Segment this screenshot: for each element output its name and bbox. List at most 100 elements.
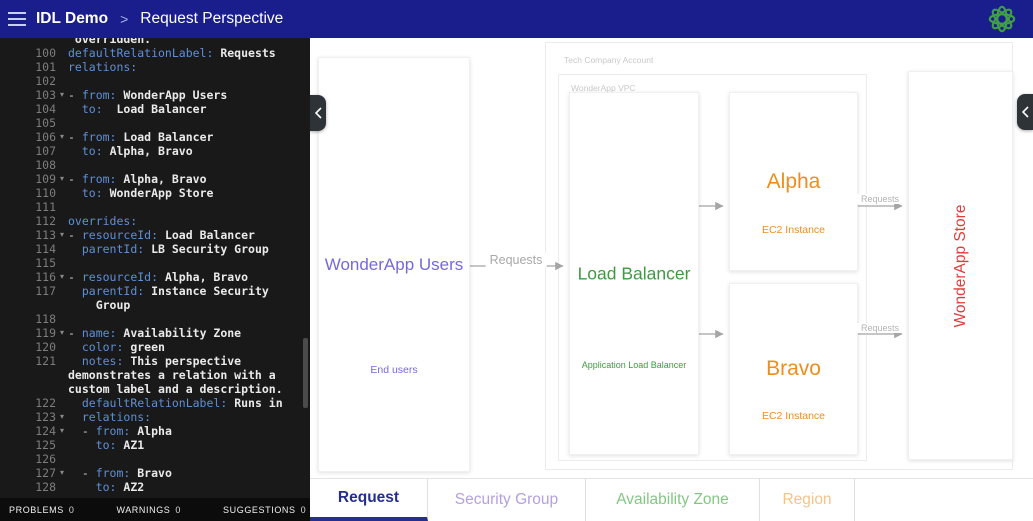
editor-line[interactable]: 128 to: AZ2 — [0, 480, 310, 494]
collapse-editor-handle[interactable] — [310, 95, 326, 131]
container-label: Tech Company Account — [564, 55, 654, 65]
diagram-canvas[interactable]: Tech Company Account WonderApp VPC Wonde… — [310, 38, 1033, 478]
line-number: 109 — [35, 172, 56, 186]
line-number: 102 — [35, 74, 56, 88]
node-subtitle: Application Load Balancer — [581, 360, 687, 371]
edge-label-requests: Requests — [856, 194, 904, 204]
fold-chevron-icon[interactable]: ▾ — [56, 466, 68, 480]
app-title[interactable]: IDL Demo — [36, 10, 108, 28]
editor-line[interactable]: 125 to: AZ1 — [0, 438, 310, 452]
editor-line[interactable]: 103 ▾ - from: WonderApp Users — [0, 88, 310, 102]
line-number: 107 — [35, 144, 56, 158]
editor-line[interactable]: 116 ▾ - resourceId: Alpha, Bravo — [0, 270, 310, 284]
editor-line[interactable]: 101 relations: — [0, 60, 310, 74]
editor-line[interactable]: 126 — [0, 452, 310, 466]
node-wonderapp-store[interactable]: WonderApp Store — [908, 71, 1013, 460]
editor-line[interactable]: 120 color: green — [0, 340, 310, 354]
breadcrumb-separator-icon: > — [120, 11, 129, 27]
tab-security-group[interactable]: Security Group — [428, 479, 586, 521]
editor-line[interactable]: 111 — [0, 200, 310, 214]
editor-line[interactable]: 102 — [0, 74, 310, 88]
editor-line[interactable]: 107 to: Alpha, Bravo — [0, 144, 310, 158]
line-number: 104 — [35, 102, 56, 116]
line-number: 108 — [35, 158, 56, 172]
editor-line[interactable]: overridden. — [0, 38, 310, 46]
node-bravo[interactable]: Bravo EC2 Instance — [729, 283, 858, 455]
editor-line[interactable]: 127 ▾ - from: Bravo — [0, 466, 310, 480]
line-number: 116 — [35, 270, 56, 284]
line-number: 119 — [35, 326, 56, 340]
editor-line[interactable]: 112 overrides: — [0, 214, 310, 228]
editor-lines: overridden. 100 defaultRelationLabel: Requ… — [0, 38, 310, 494]
status-bar: PROBLEMS 0 WARNINGS 0 SUGGESTIONS 0 — [0, 498, 310, 521]
editor-line[interactable]: 104 to: Load Balancer — [0, 102, 310, 116]
line-number: 127 — [35, 466, 56, 480]
menu-icon[interactable] — [0, 0, 34, 38]
editor-line[interactable]: 113 ▾ - resourceId: Load Balancer — [0, 228, 310, 242]
fold-chevron-icon[interactable]: ▾ — [56, 326, 68, 340]
line-number: 121 — [35, 354, 56, 368]
tab-bar: Request Security Group Availability Zone Re… — [310, 478, 1033, 521]
line-number: 120 — [35, 340, 56, 354]
node-title: WonderApp Users — [324, 254, 464, 274]
editor-line[interactable]: 105 — [0, 116, 310, 130]
line-number: 124 — [35, 424, 56, 438]
editor-line[interactable]: custom label and a description. — [0, 382, 310, 396]
editor-line[interactable]: 123 ▾ relations: — [0, 410, 310, 424]
editor-line[interactable]: 110 to: WonderApp Store — [0, 186, 310, 200]
line-number: 117 — [35, 284, 56, 298]
fold-chevron-icon[interactable]: ▾ — [56, 172, 68, 186]
status-item-problems[interactable]: PROBLEMS 0 — [9, 505, 74, 515]
node-load-balancer[interactable]: Load Balancer Application Load Balancer — [569, 92, 699, 455]
fold-chevron-icon[interactable]: ▾ — [56, 410, 68, 424]
editor-line[interactable]: 124 ▾ - from: Alpha — [0, 424, 310, 438]
editor-line[interactable]: 108 — [0, 158, 310, 172]
fold-chevron-icon[interactable]: ▾ — [56, 88, 68, 102]
editor-line[interactable]: 122 defaultRelationLabel: Runs in — [0, 396, 310, 410]
tab-region[interactable]: Region — [760, 479, 855, 521]
editor-line[interactable]: 109 ▾ - from: Alpha, Bravo — [0, 172, 310, 186]
node-title: Alpha — [766, 169, 821, 193]
page-title: Request Perspective — [140, 10, 284, 27]
editor-line[interactable]: 121 notes: This perspective — [0, 354, 310, 368]
line-number: 118 — [35, 312, 56, 326]
fold-chevron-icon[interactable]: ▾ — [56, 424, 68, 438]
editor-line[interactable]: 100 defaultRelationLabel: Requests — [0, 46, 310, 60]
idl-code-editor[interactable]: overridden. 100 defaultRelationLabel: Requ… — [0, 38, 310, 498]
chevron-left-icon — [314, 107, 322, 119]
editor-line[interactable]: Group — [0, 298, 310, 312]
knot-logo-icon[interactable] — [987, 4, 1017, 34]
tab-request[interactable]: Request — [310, 479, 428, 521]
status-item-warnings[interactable]: WARNINGS 0 — [116, 505, 181, 515]
chevron-left-icon — [1021, 106, 1029, 118]
fold-chevron-icon[interactable]: ▾ — [56, 130, 68, 144]
node-wonderapp-users[interactable]: WonderApp Users End users — [318, 57, 470, 472]
editor-line[interactable]: 115 — [0, 256, 310, 270]
node-alpha[interactable]: Alpha EC2 Instance — [729, 92, 858, 271]
line-number: 112 — [35, 214, 56, 228]
line-number: 111 — [35, 200, 56, 214]
edge-label-requests: Requests — [856, 323, 904, 333]
line-number: 106 — [35, 130, 56, 144]
node-subtitle: End users — [370, 363, 418, 376]
fold-chevron-icon[interactable]: ▾ — [56, 228, 68, 242]
line-number: 126 — [35, 452, 56, 466]
fold-chevron-icon[interactable]: ▾ — [56, 270, 68, 284]
line-number: 125 — [35, 438, 56, 452]
node-title: Bravo — [766, 357, 821, 380]
editor-line[interactable]: demonstrates a relation with a — [0, 368, 310, 382]
editor-line[interactable]: 114 parentId: LB Security Group — [0, 242, 310, 256]
editor-line[interactable]: 119 ▾ - name: Availability Zone — [0, 326, 310, 340]
tab-availability-zone[interactable]: Availability Zone — [586, 479, 760, 521]
line-number: 123 — [35, 410, 56, 424]
editor-scrollbar[interactable] — [303, 338, 308, 408]
editor-line[interactable]: 106 ▾ - from: Load Balancer — [0, 130, 310, 144]
editor-line[interactable]: 118 — [0, 312, 310, 326]
expand-right-panel-handle[interactable] — [1017, 94, 1033, 130]
line-number: 101 — [35, 60, 56, 74]
editor-line[interactable]: 117 parentId: Instance Security — [0, 284, 310, 298]
line-number: 105 — [35, 116, 56, 130]
node-title: WonderApp Store — [951, 204, 969, 327]
status-item-suggestions[interactable]: SUGGESTIONS 0 — [223, 505, 306, 515]
line-number: 110 — [35, 186, 56, 200]
